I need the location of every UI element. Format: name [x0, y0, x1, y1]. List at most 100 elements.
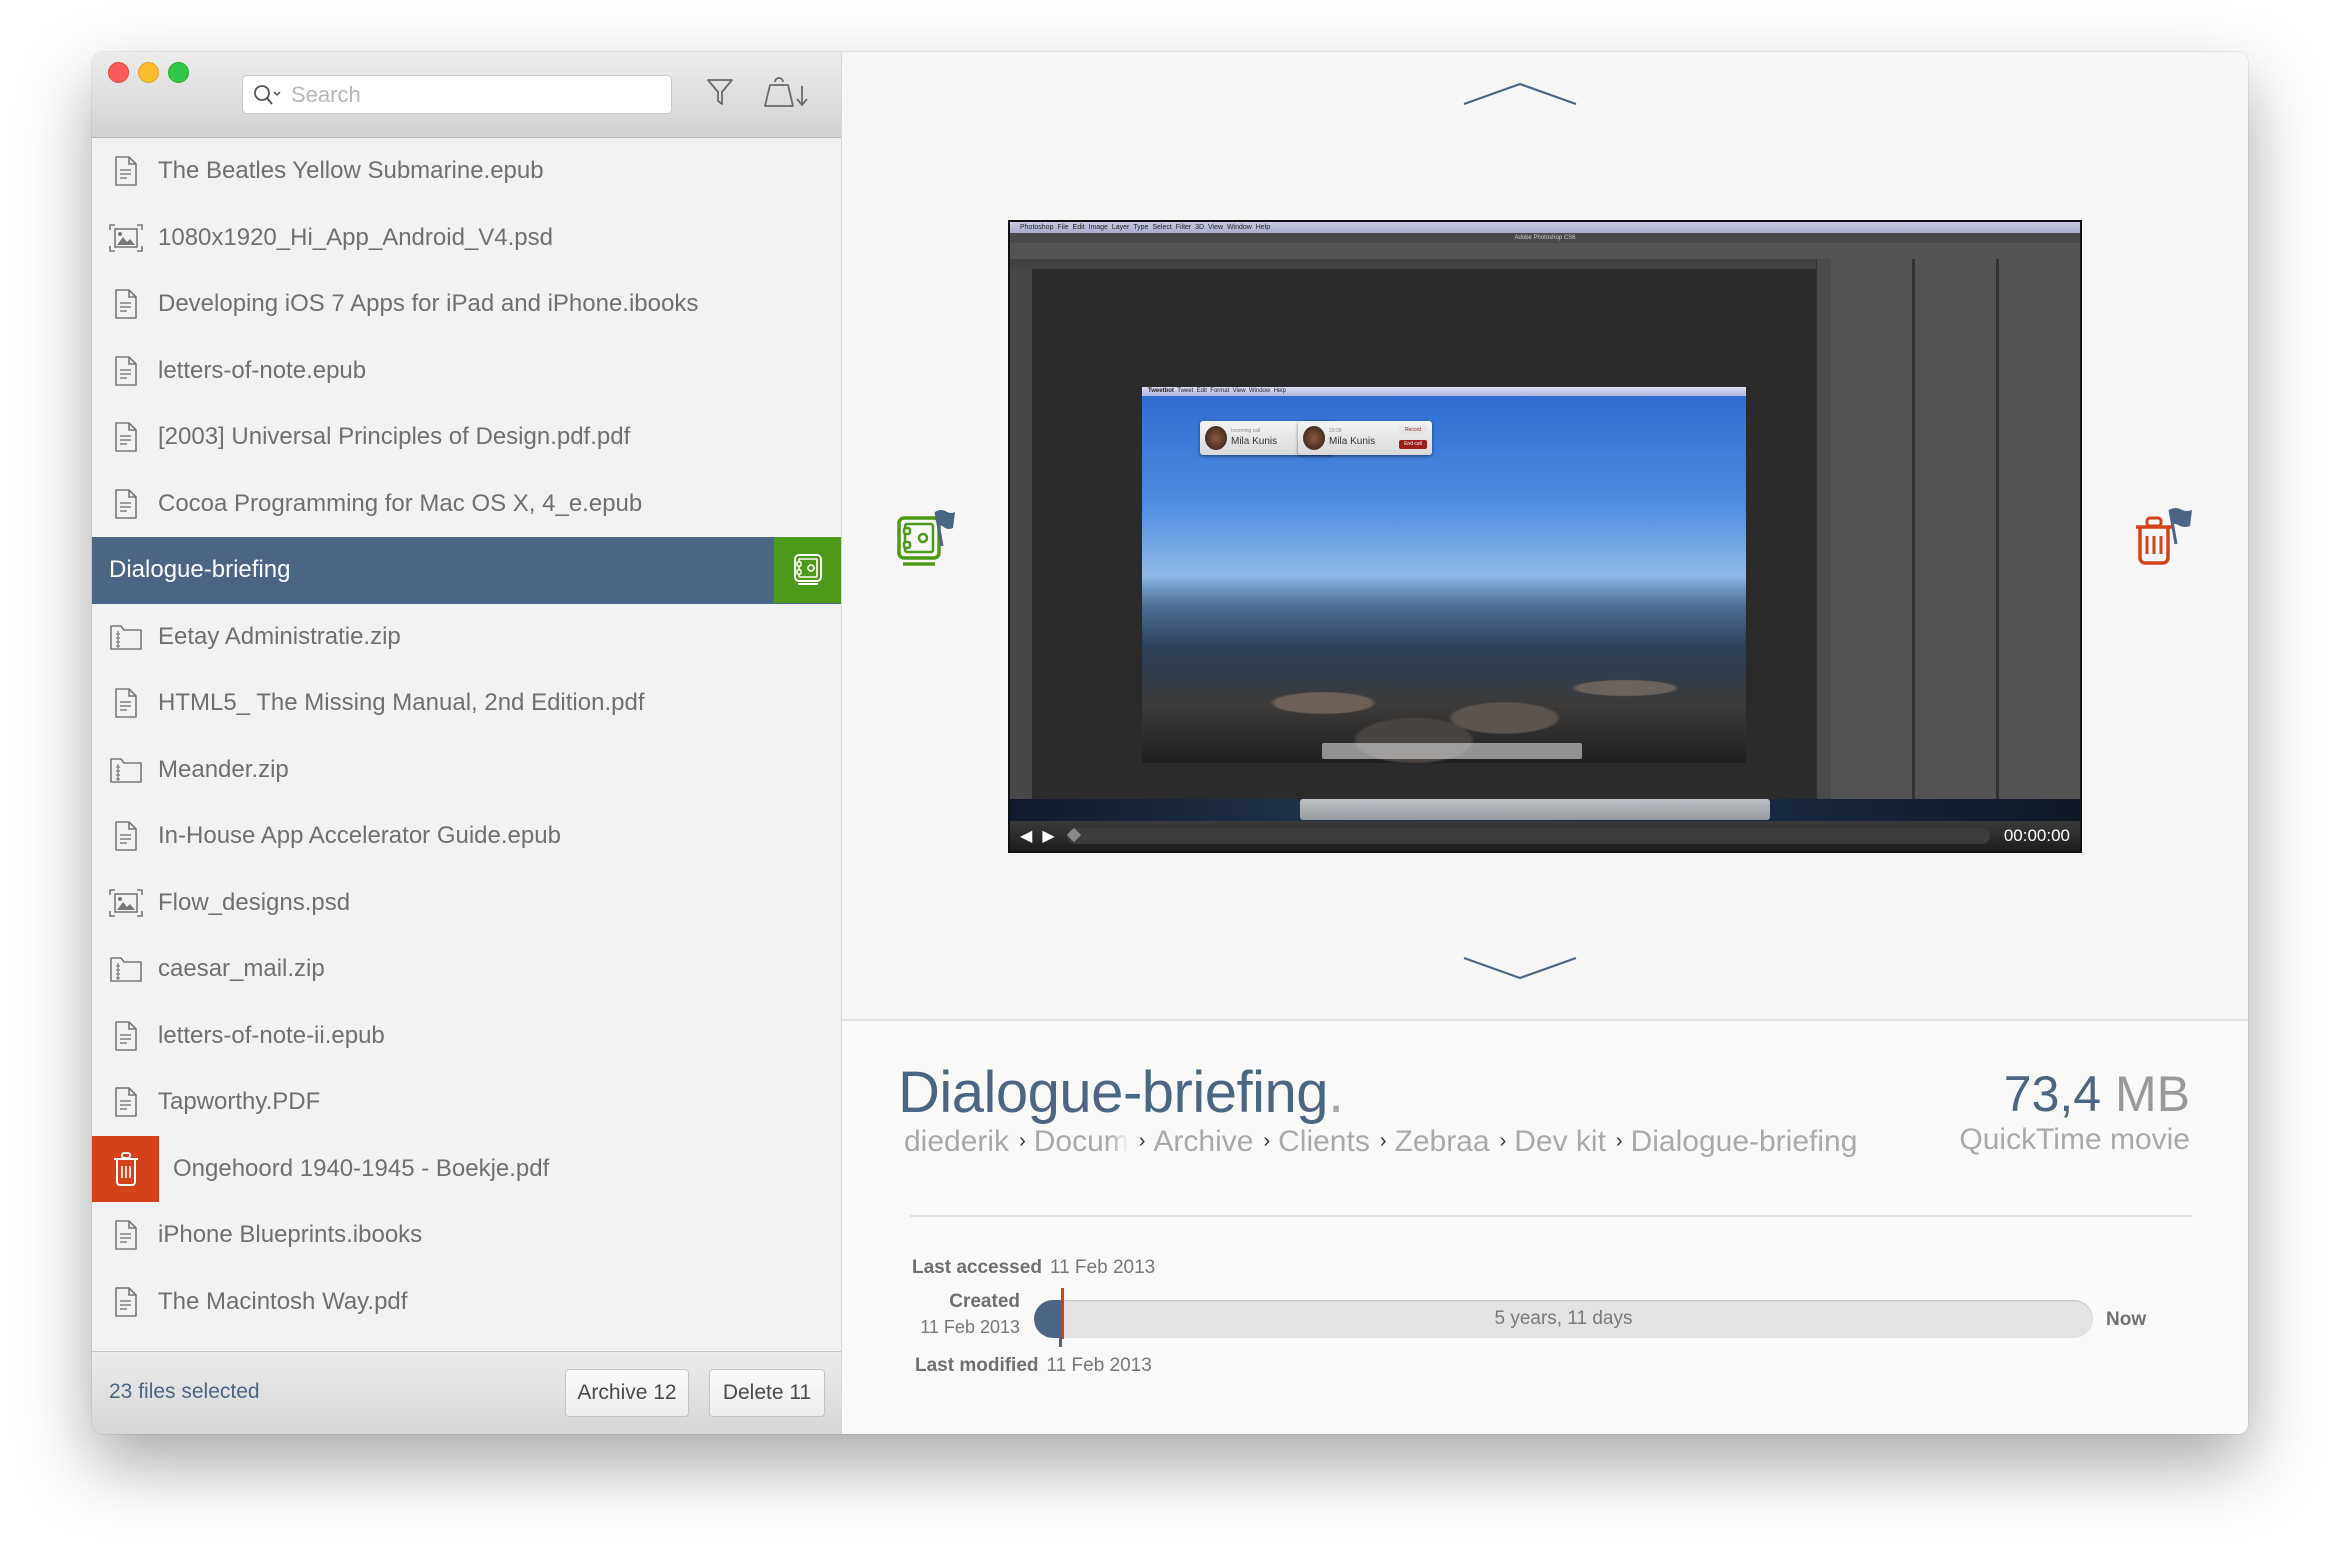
divider — [910, 1215, 2192, 1217]
document-icon — [115, 1220, 137, 1251]
safe-icon — [793, 554, 822, 585]
delete-button[interactable]: Delete 11 — [709, 1369, 825, 1417]
breadcrumb-separator-icon: › — [1138, 1130, 1146, 1152]
file-name: The Macintosh Way.pdf — [158, 1287, 408, 1315]
archive-badge[interactable] — [774, 537, 841, 603]
created-date: 11 Feb 2013 — [920, 1317, 1020, 1337]
breadcrumb-item[interactable]: diederik — [904, 1125, 1009, 1159]
file-row[interactable]: Tapworthy.PDF — [92, 1069, 841, 1136]
call-card: 23:39 Mila Kunis Record End call — [1298, 421, 1432, 455]
file-row[interactable]: Eetay Administratie.zip — [92, 604, 841, 671]
filter-icon[interactable] — [705, 74, 735, 108]
screenshot-dock — [1300, 799, 1770, 820]
file-row[interactable]: HTML5_ The Missing Manual, 2nd Edition.p… — [92, 670, 841, 737]
file-list[interactable]: The Beatles Yellow Submarine.epub 1080x1… — [92, 138, 841, 1335]
screenshot-window-title: Adobe Photoshop CS6 — [1010, 233, 2080, 243]
search-input[interactable] — [289, 80, 653, 109]
chevron-up-icon[interactable] — [1462, 80, 1578, 110]
minimize-window-button[interactable] — [138, 62, 159, 83]
delete-badge[interactable] — [92, 1135, 159, 1202]
document-icon — [115, 422, 137, 453]
file-row[interactable]: The Beatles Yellow Submarine.epub — [92, 138, 841, 205]
toolbar — [92, 52, 841, 138]
breadcrumb-item[interactable]: Archive — [1153, 1125, 1253, 1159]
file-name: Tapworthy.PDF — [158, 1088, 321, 1116]
file-name: Ongehoord 1940-1945 - Boekje.pdf — [173, 1154, 550, 1182]
file-row[interactable]: 1080x1920_Hi_App_Android_V4.psd — [92, 205, 841, 272]
file-name: letters-of-note.epub — [158, 356, 367, 384]
file-row[interactable]: letters-of-note-ii.epub — [92, 1003, 841, 1070]
file-name: Flow_designs.psd — [158, 888, 351, 916]
document-icon — [115, 1286, 137, 1317]
screenshot-desktop: Tweetbot Tweet Edit Format View Window H… — [1142, 387, 1746, 763]
volume-icon[interactable]: ◀ — [1020, 826, 1032, 846]
breadcrumb-separator-icon: › — [1499, 1130, 1507, 1152]
breadcrumb-item[interactable]: Dev kit — [1514, 1125, 1606, 1159]
file-row[interactable]: Developing iOS 7 Apps for iPad and iPhon… — [92, 271, 841, 338]
screenshot-options-bar — [1010, 243, 2080, 260]
breadcrumb-separator-icon: › — [1615, 1130, 1623, 1152]
file-row-marked-delete[interactable]: Ongehoord 1940-1945 - Boekje.pdf — [92, 1135, 841, 1203]
breadcrumb-item[interactable]: Clients — [1278, 1125, 1370, 1159]
file-row[interactable]: Cocoa Programming for Mac OS X, 4_e.epub — [92, 471, 841, 538]
document-icon — [115, 1087, 137, 1118]
file-name: letters-of-note-ii.epub — [158, 1021, 385, 1049]
file-row-selected[interactable]: Dialogue-briefing — [92, 537, 841, 604]
file-row[interactable]: [2003] Universal Principles of Design.pd… — [92, 404, 841, 471]
trash-icon — [113, 1151, 138, 1186]
document-icon — [115, 821, 137, 852]
file-row[interactable]: Meander.zip — [92, 737, 841, 804]
chevron-down-icon[interactable] — [1462, 952, 1578, 982]
sidebar: The Beatles Yellow Submarine.epub 1080x1… — [92, 52, 842, 1434]
now-label: Now — [2106, 1309, 2147, 1330]
document-icon — [115, 156, 137, 187]
file-kind: QuickTime movie — [1959, 1123, 2190, 1156]
search-field[interactable] — [242, 75, 672, 114]
age-timeline: 5 years, 11 days — [1034, 1288, 2093, 1347]
search-icon[interactable] — [253, 84, 283, 106]
zip-folder-icon — [110, 957, 142, 983]
playback-time: 00:00:00 — [2003, 826, 2070, 845]
screenshot-panels — [1816, 259, 2080, 799]
safe-with-flag-icon[interactable] — [895, 506, 957, 572]
file-row[interactable]: The Macintosh Way.pdf — [92, 1269, 841, 1336]
maximize-window-button[interactable] — [168, 62, 189, 83]
last-modified: Last modified 11 Feb 2013 — [915, 1355, 1152, 1376]
breadcrumb-item[interactable]: Zebraa — [1395, 1125, 1490, 1159]
breadcrumb-item[interactable]: Documents — [1034, 1125, 1129, 1159]
sidebar-footer: 23 files selected Archive 12 Delete 11 — [92, 1351, 841, 1434]
video-player[interactable]: Photoshop File Edit Image Layer Type Sel… — [1008, 220, 2082, 853]
avatar — [1205, 426, 1227, 450]
file-row[interactable]: letters-of-note.epub — [92, 338, 841, 405]
breadcrumb-separator-icon: › — [1263, 1130, 1271, 1152]
playback-scrubber[interactable] — [1066, 827, 1990, 844]
file-name: caesar_mail.zip — [158, 955, 325, 983]
file-row[interactable]: In-House App Accelerator Guide.epub — [92, 803, 841, 870]
document-icon — [115, 289, 137, 320]
file-name: Meander.zip — [158, 755, 289, 783]
sort-by-weight-icon[interactable] — [762, 74, 812, 110]
file-row[interactable]: Flow_designs.psd — [92, 870, 841, 937]
file-name: In-House App Accelerator Guide.epub — [158, 822, 561, 850]
player-controls: ◀ ▶ 00:00:00 — [1010, 821, 2080, 851]
file-name: Eetay Administratie.zip — [158, 622, 401, 650]
file-title: Dialogue-briefing. — [898, 1060, 1344, 1125]
breadcrumb-item[interactable]: Dialogue-briefing — [1631, 1125, 1858, 1159]
breadcrumb-separator-icon: › — [1379, 1130, 1387, 1152]
play-icon[interactable]: ▶ — [1042, 826, 1054, 846]
archive-button[interactable]: Archive 12 — [565, 1369, 689, 1417]
file-name: HTML5_ The Missing Manual, 2nd Edition.p… — [158, 689, 645, 717]
file-row[interactable]: caesar_mail.zip — [92, 936, 841, 1003]
file-row[interactable]: iPhone Blueprints.ibooks — [92, 1202, 841, 1269]
created-label: Created — [949, 1291, 1020, 1312]
file-size: 73,4 MB — [2003, 1066, 2190, 1122]
zip-folder-icon — [110, 757, 142, 783]
file-name: [2003] Universal Principles of Design.pd… — [158, 423, 631, 451]
app-window: The Beatles Yellow Submarine.epub 1080x1… — [92, 52, 2248, 1434]
selection-count: 23 files selected — [109, 1380, 260, 1403]
file-name: The Beatles Yellow Submarine.epub — [158, 157, 544, 185]
screenshot-menubar: Photoshop File Edit Image Layer Type Sel… — [1010, 222, 2080, 233]
trash-with-flag-icon[interactable] — [2132, 506, 2196, 572]
close-window-button[interactable] — [108, 62, 129, 83]
scrubber-knob[interactable] — [1066, 827, 1081, 843]
